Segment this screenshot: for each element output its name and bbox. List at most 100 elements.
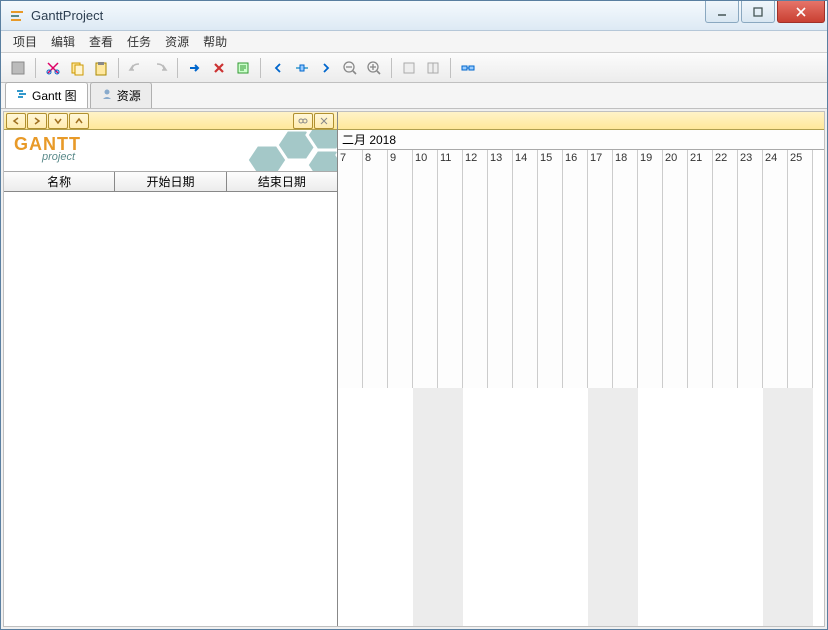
save-button[interactable] (7, 57, 29, 79)
separator (260, 58, 261, 78)
tab-gantt[interactable]: Gantt 图 (5, 82, 88, 108)
indent-button[interactable] (398, 57, 420, 79)
col-start[interactable]: 开始日期 (115, 172, 226, 191)
chart-nav-toolbar (338, 112, 824, 130)
minimize-button[interactable] (705, 1, 739, 23)
gantt-chart-pane: 二月 2018 78910111213141516171819202122232… (338, 112, 824, 626)
toolbar (1, 53, 827, 83)
menu-edit[interactable]: 编辑 (45, 31, 81, 52)
day-column (638, 388, 663, 626)
today-button[interactable] (291, 57, 313, 79)
day-column (513, 388, 538, 626)
next-button[interactable] (315, 57, 337, 79)
day-header-cell: 14 (513, 150, 538, 388)
task-list-area[interactable] (4, 192, 337, 626)
day-header-cell: 21 (688, 150, 713, 388)
separator (391, 58, 392, 78)
day-column (438, 388, 463, 626)
separator (177, 58, 178, 78)
tab-gantt-label: Gantt 图 (32, 87, 77, 104)
zoom-in-button[interactable] (363, 57, 385, 79)
window-buttons (705, 1, 827, 30)
tab-resources-label: 资源 (117, 87, 141, 104)
day-header-cell: 12 (463, 150, 488, 388)
day-column (713, 388, 738, 626)
logo-text: GANTT project (14, 134, 81, 163)
window-title: GanttProject (31, 8, 705, 23)
close-button[interactable] (777, 1, 825, 23)
day-column (413, 388, 438, 626)
nav-left-button[interactable] (6, 113, 26, 129)
paste-button[interactable] (90, 57, 112, 79)
timeline-month: 二月 2018 (338, 130, 824, 150)
day-header-cell: 23 (738, 150, 763, 388)
day-header-cell: 9 (388, 150, 413, 388)
nav-up-button[interactable] (69, 113, 89, 129)
view-tabs: Gantt 图 资源 (1, 83, 827, 109)
gantt-chart-area[interactable] (338, 388, 824, 626)
task-list-pane: GANTT project 名称 开始日期 结束日期 (4, 112, 338, 626)
menu-task[interactable]: 任务 (121, 31, 157, 52)
hex-background (137, 130, 337, 172)
day-header-cell: 16 (563, 150, 588, 388)
cut-button[interactable] (42, 57, 64, 79)
column-headers: 名称 开始日期 结束日期 (4, 172, 337, 192)
titlebar: GanttProject (1, 1, 827, 31)
maximize-button[interactable] (741, 1, 775, 23)
day-column (563, 388, 588, 626)
link-button[interactable] (457, 57, 479, 79)
day-column (663, 388, 688, 626)
prev-button[interactable] (267, 57, 289, 79)
logo-area: GANTT project (4, 130, 337, 172)
tab-resources[interactable]: 资源 (90, 82, 152, 108)
content-area: GANTT project 名称 开始日期 结束日期 二月 2018 78910… (3, 111, 825, 627)
day-header-cell: 25 (788, 150, 813, 388)
day-column (488, 388, 513, 626)
properties-button[interactable] (232, 57, 254, 79)
day-column (538, 388, 563, 626)
day-header-cell: 17 (588, 150, 613, 388)
day-header-cell: 8 (363, 150, 388, 388)
day-column (588, 388, 613, 626)
menu-help[interactable]: 帮助 (197, 31, 233, 52)
app-window: GanttProject 项目 编辑 查看 任务 资源 帮助 (0, 0, 828, 630)
day-column (613, 388, 638, 626)
resources-tab-icon (101, 88, 113, 103)
day-header-cell: 18 (613, 150, 638, 388)
day-header-cell: 10 (413, 150, 438, 388)
delete-button[interactable] (208, 57, 230, 79)
day-header-cell: 13 (488, 150, 513, 388)
day-column (363, 388, 388, 626)
day-column (738, 388, 763, 626)
col-name[interactable]: 名称 (4, 172, 115, 191)
nav-link-button[interactable] (293, 113, 313, 129)
day-column (688, 388, 713, 626)
copy-button[interactable] (66, 57, 88, 79)
day-column (788, 388, 813, 626)
gantt-tab-icon (16, 88, 28, 103)
separator (118, 58, 119, 78)
undo-button[interactable] (125, 57, 147, 79)
day-header-cell: 7 (338, 150, 363, 388)
day-header-cell: 15 (538, 150, 563, 388)
task-nav-toolbar (4, 112, 337, 130)
outdent-button[interactable] (422, 57, 444, 79)
day-header-cell: 24 (763, 150, 788, 388)
col-end[interactable]: 结束日期 (227, 172, 337, 191)
menu-view[interactable]: 查看 (83, 31, 119, 52)
separator (35, 58, 36, 78)
menu-resource[interactable]: 资源 (159, 31, 195, 52)
nav-right-button[interactable] (27, 113, 47, 129)
day-column (763, 388, 788, 626)
day-header-cell: 11 (438, 150, 463, 388)
app-icon (9, 8, 25, 24)
nav-down-button[interactable] (48, 113, 68, 129)
day-column (338, 388, 363, 626)
menu-project[interactable]: 项目 (7, 31, 43, 52)
goto-button[interactable] (184, 57, 206, 79)
nav-unlink-button[interactable] (314, 113, 334, 129)
day-header-cell: 22 (713, 150, 738, 388)
zoom-out-button[interactable] (339, 57, 361, 79)
redo-button[interactable] (149, 57, 171, 79)
menubar: 项目 编辑 查看 任务 资源 帮助 (1, 31, 827, 53)
